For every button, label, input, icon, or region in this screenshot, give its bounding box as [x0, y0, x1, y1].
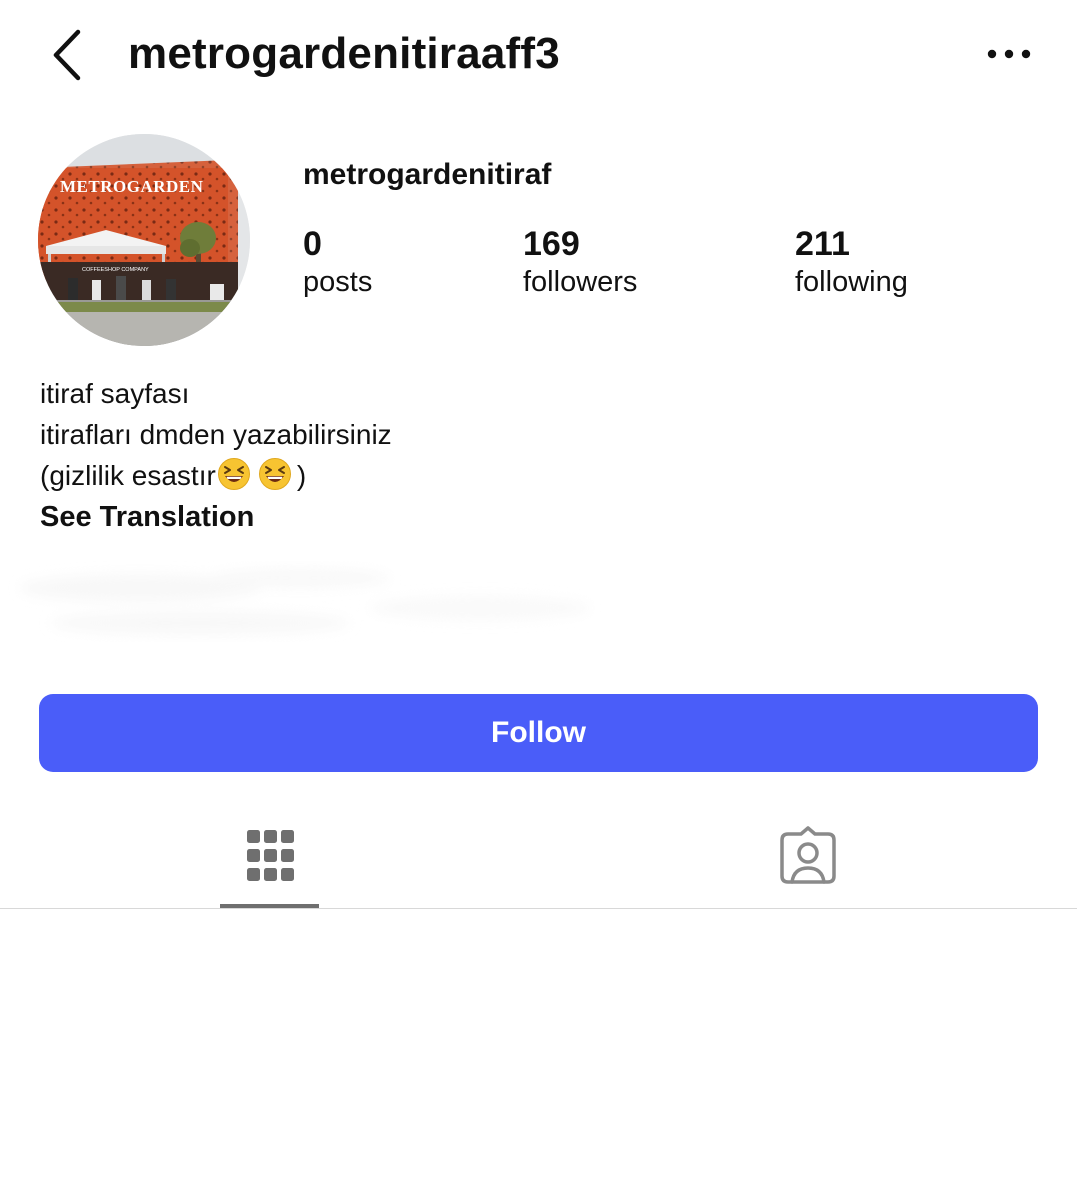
followers-label: followers [523, 266, 638, 298]
profile-name: metrogardenitiraf [303, 158, 552, 191]
followers-count: 169 [523, 225, 580, 263]
avatar-shop-text: COFFEESHOP COMPANY [82, 267, 149, 273]
followers-stat[interactable]: 169 followers [523, 224, 637, 300]
top-bar: metrogardenitiraaff3 [0, 0, 1077, 110]
following-stat[interactable]: 211 following [795, 224, 908, 300]
avatar[interactable]: METROGARDEN COFFEESHOP COMPANY [38, 134, 250, 346]
following-count: 211 [795, 225, 850, 263]
profile-page: metrogardenitiraaff3 METROGARDEN COFFEES… [0, 0, 1077, 1200]
avatar-image: METROGARDEN COFFEESHOP COMPANY [38, 134, 250, 346]
bio-line-3-close: ) [296, 460, 307, 491]
bio-line-1: itiraf sayfası [40, 378, 190, 409]
tabs-divider [0, 908, 1077, 909]
grid-icon [247, 830, 294, 881]
grinning-squinting-face-emoji-icon [217, 458, 250, 490]
more-options-button[interactable] [982, 40, 1038, 68]
bio: itiraf sayfası itirafları dmden yazabili… [40, 373, 392, 538]
following-label: following [795, 266, 908, 298]
page-title: metrogardenitiraaff3 [128, 29, 560, 78]
chevron-left-icon [53, 29, 81, 81]
bio-line-2: itirafları dmden yazabilirsiniz [40, 419, 392, 450]
redacted-area [20, 568, 590, 635]
posts-count: 0 [303, 225, 322, 263]
tab-tagged[interactable] [757, 810, 859, 910]
avatar-sign-text: METROGARDEN [60, 177, 204, 196]
bio-line-3-text: (gizlilik esastır [40, 460, 216, 491]
see-translation-link[interactable]: See Translation [40, 496, 392, 538]
tagged-person-icon [780, 826, 836, 884]
back-button[interactable] [44, 26, 94, 84]
posts-stat[interactable]: 0 posts [303, 224, 372, 300]
more-horizontal-icon [987, 49, 1031, 59]
grinning-squinting-face-emoji-icon [258, 458, 291, 490]
tab-grid[interactable] [220, 810, 319, 910]
follow-button[interactable]: Follow [39, 694, 1038, 772]
bio-line-3: (gizlilik esastır ) [40, 455, 392, 496]
posts-label: posts [303, 266, 373, 298]
